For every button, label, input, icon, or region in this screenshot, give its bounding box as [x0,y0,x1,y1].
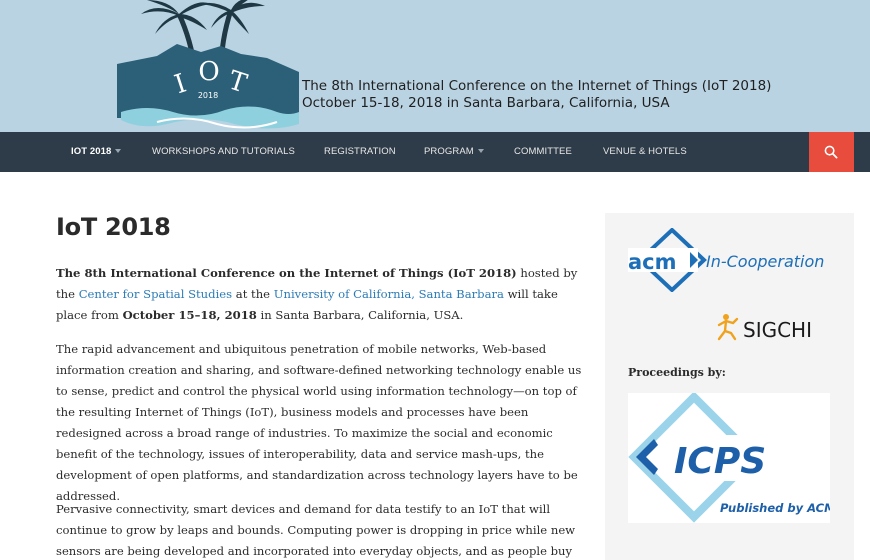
nav-item-label: IoT 2018 [71,146,112,157]
svg-text:O: O [198,57,219,87]
site-header: I O T 2018 The 8th International Confere… [0,0,870,132]
logo-year: 2018 [198,91,218,100]
nav-item-label: Registration [324,146,396,157]
nav-item-label: Committee [514,146,572,157]
acm-in-cooperation-logo[interactable]: acm In-Cooperation [628,228,833,292]
conference-title: The 8th International Conference on the … [302,78,771,112]
text-span: in Santa Barbara, California, USA. [256,308,464,322]
nav-item-venue-hotels[interactable]: Venue & Hotels [603,132,687,172]
nav-item-registration[interactable]: Registration [324,132,396,172]
acm-tagline: In-Cooperation [706,252,824,271]
nav-item-program[interactable]: Program [424,132,484,172]
nav-item-iot-2018[interactable]: IoT 2018 [71,132,122,172]
icps-logo[interactable]: ICPS Published by ACM [628,393,830,523]
page-title: IoT 2018 [56,213,171,241]
search-button[interactable] [809,132,854,172]
search-icon [824,145,838,159]
nav-item-workshops-and-tutorials[interactable]: Workshops and Tutorials [152,132,295,172]
chevron-down-icon [477,149,484,154]
acm-text: acm [628,250,677,274]
iot-2018-logo[interactable]: I O T 2018 [117,0,299,132]
icps-tagline: Published by ACM [720,501,830,515]
body-paragraph-2: Pervasive connectivity, smart devices an… [56,502,576,558]
text-span: at the [232,287,274,301]
intro-paragraph: The 8th International Conference on the … [56,263,586,326]
conference-title-line-2: October 15-18, 2018 in Santa Barbara, Ca… [302,95,670,111]
conference-title-line-1: The 8th International Conference on the … [302,78,772,94]
conference-dates: October 15–18, 2018 [122,308,257,322]
main-navigation: IoT 2018 Workshops and Tutorials Registr… [0,132,870,172]
icps-text: ICPS [674,441,766,482]
nav-item-label: Workshops and Tutorials [152,146,295,157]
nav-item-committee[interactable]: Committee [514,132,572,172]
body-paragraph-1: The rapid advancement and ubiquitous pen… [56,342,582,503]
ucsb-link[interactable]: University of California, Santa Barbara [274,287,504,301]
sigchi-text: SIGCHI [743,318,812,342]
person-icon [717,314,739,341]
nav-item-label: Venue & Hotels [603,146,687,157]
chevron-down-icon [115,149,122,154]
center-for-spatial-studies-link[interactable]: Center for Spatial Studies [79,287,232,301]
conference-name: The 8th International Conference on the … [56,266,517,280]
sigchi-logo[interactable]: SIGCHI [715,311,831,343]
nav-item-label: Program [424,146,474,157]
proceedings-label: Proceedings by: [628,366,726,379]
